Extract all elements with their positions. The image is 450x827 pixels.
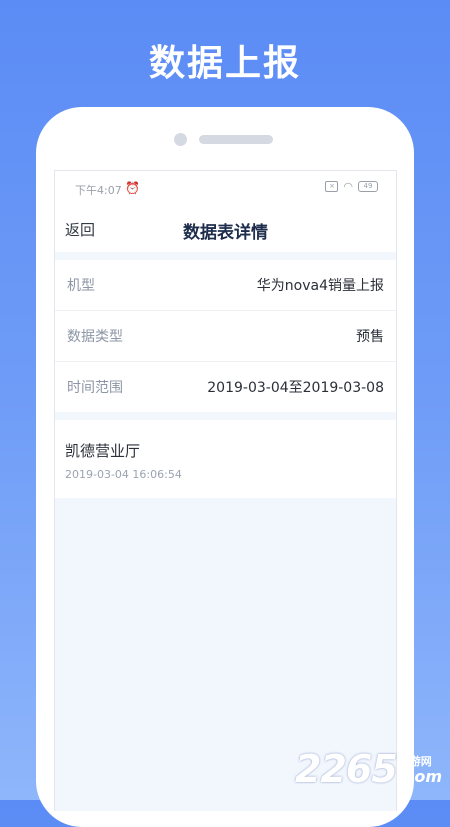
divider [55,252,396,260]
info-label: 时间范围 [67,380,123,396]
status-bar: 下午4:07 ⏰ × ◠ 49 [55,171,396,207]
info-value: 预售 [356,329,384,345]
record-name: 凯德营业厅 [65,442,141,460]
watermark-digits: 2265 [295,747,398,791]
info-label: 数据类型 [67,329,123,345]
speaker-grille [199,135,273,144]
watermark-suffix: .com [398,767,442,786]
page-title: 数据表详情 [183,223,268,243]
wifi-icon: ◠ [343,180,353,193]
info-label: 机型 [67,278,95,294]
info-row-data-type: 数据类型 预售 [55,311,396,362]
battery-icon: 49 [358,181,378,192]
alarm-icon: ⏰ [125,181,140,195]
phone-screen: 下午4:07 ⏰ × ◠ 49 返回 数据表详情 机型 华为nova4销量上报 … [54,170,397,811]
info-row-model: 机型 华为nova4销量上报 [55,260,396,311]
sim-icon: × [325,181,339,192]
record-timestamp: 2019-03-04 16:06:54 [65,468,182,481]
site-watermark: 2265 手游网 .com [295,750,442,788]
camera-icon [174,133,187,146]
divider [55,412,396,420]
status-icons: × ◠ 49 [325,180,378,193]
info-value: 2019-03-04至2019-03-08 [207,380,384,396]
record-item[interactable]: 凯德营业厅 2019-03-04 16:06:54 [55,420,396,498]
info-card: 机型 华为nova4销量上报 数据类型 预售 时间范围 2019-03-04至2… [55,260,396,412]
promo-title: 数据上报 [148,43,301,84]
info-row-time-range: 时间范围 2019-03-04至2019-03-08 [55,362,396,412]
status-time: 下午4:07 [75,184,122,197]
nav-bar: 返回 数据表详情 [55,207,396,252]
info-value: 华为nova4销量上报 [256,278,384,294]
